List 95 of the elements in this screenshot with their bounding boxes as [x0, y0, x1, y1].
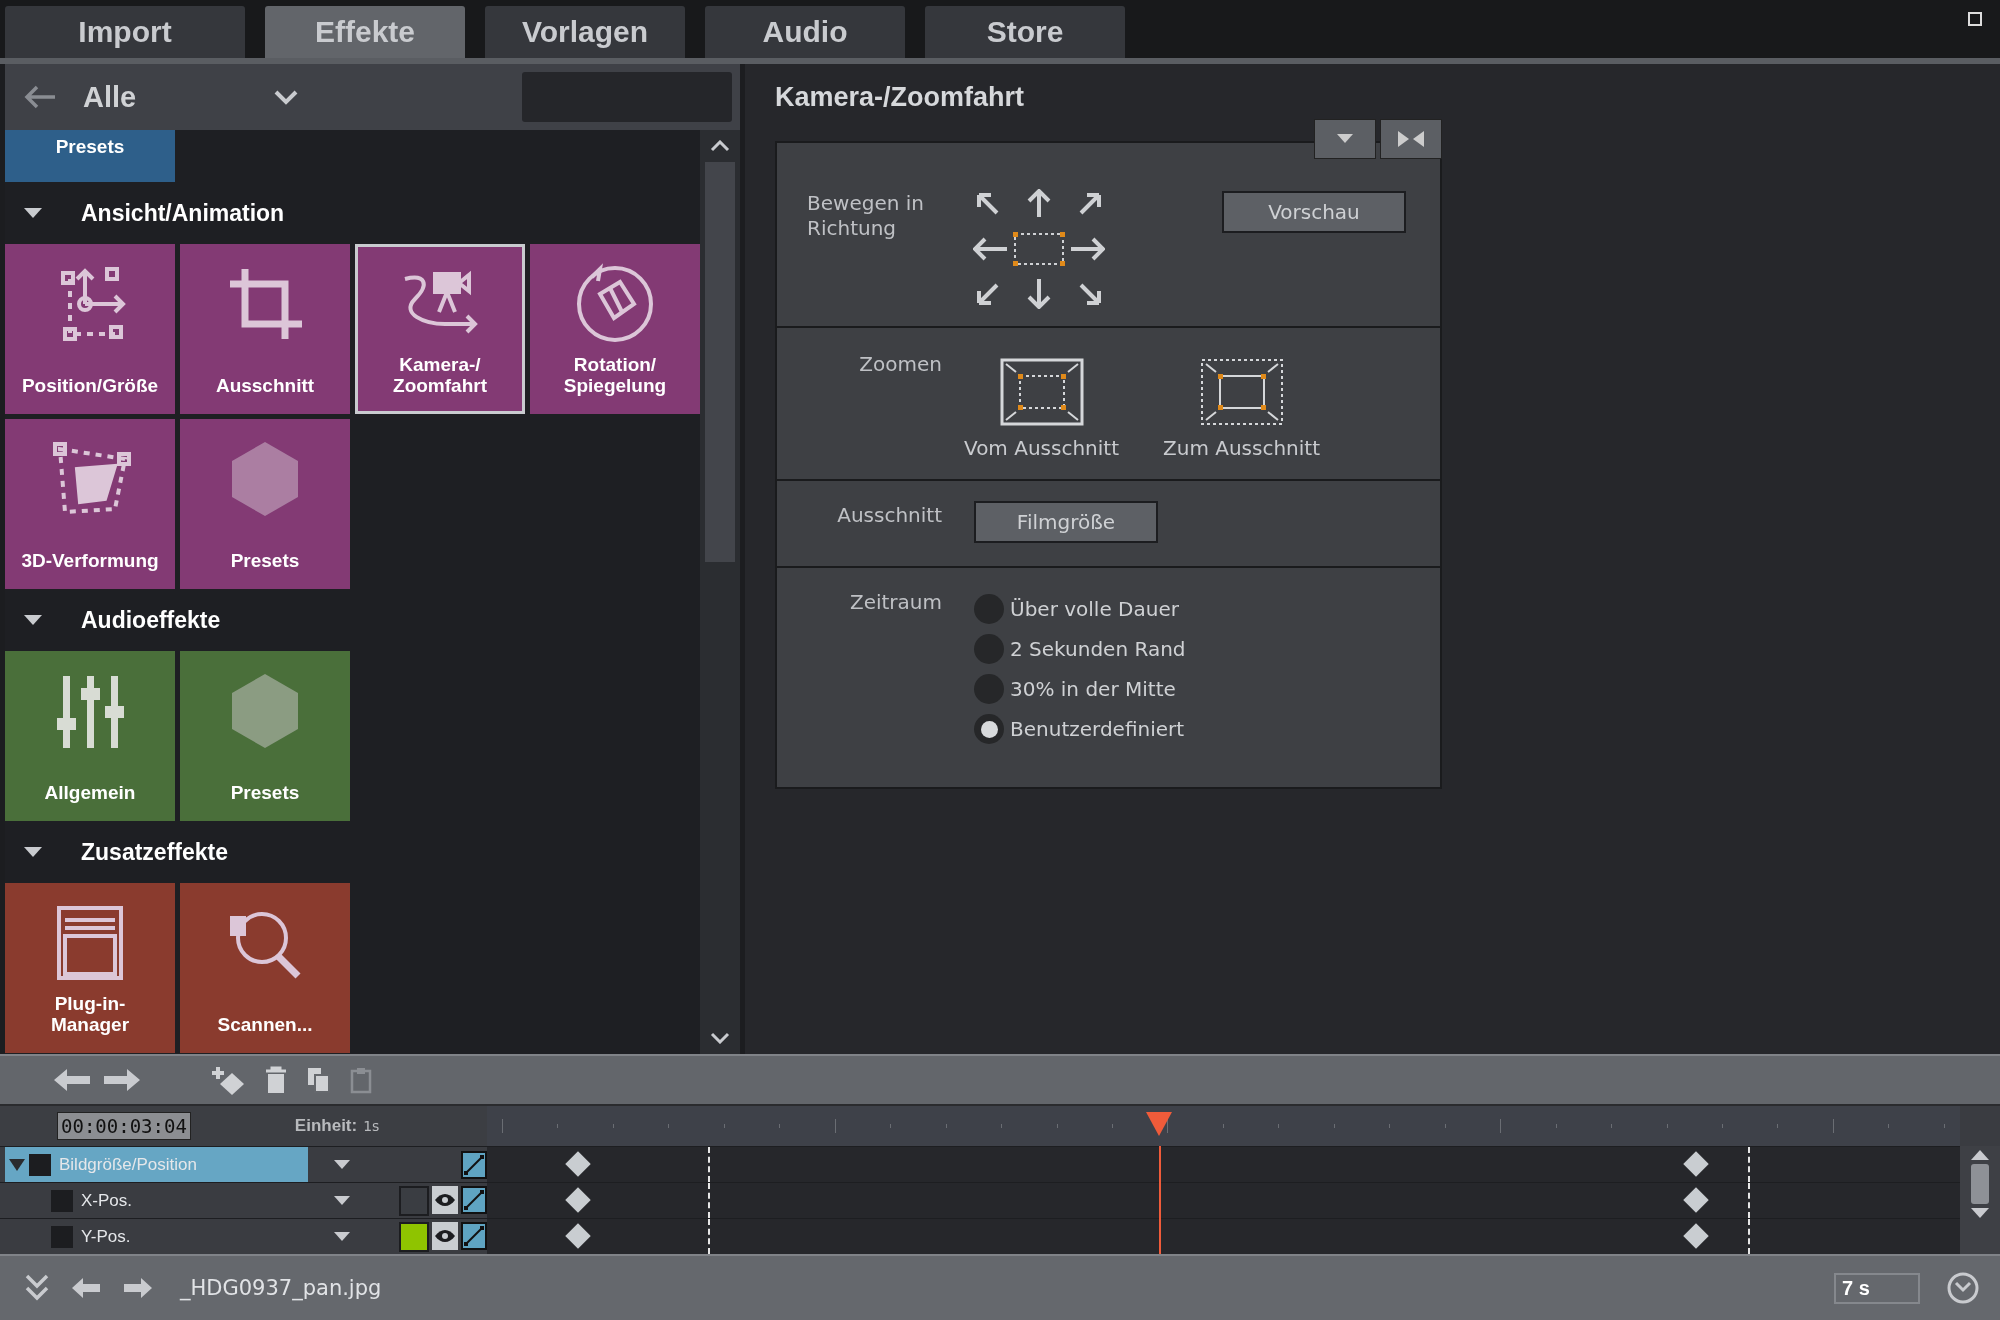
arrow-icon[interactable] [1079, 283, 1101, 305]
arrow-left-icon[interactable] [70, 1276, 102, 1300]
effect-tile[interactable]: Scannen... [180, 883, 350, 1053]
effect-tile[interactable]: Position/Größe [5, 244, 175, 414]
trash-icon[interactable] [264, 1066, 288, 1094]
frame-icon [1013, 232, 1065, 266]
scroll-down-icon[interactable] [1971, 1208, 1989, 1218]
effect-tile[interactable]: Presets [180, 651, 350, 821]
effect-title: Kamera-/Zoomfahrt [775, 82, 1026, 114]
unit-value: 1s [363, 1118, 380, 1134]
collapse-triangle-icon[interactable] [23, 846, 43, 858]
zoom-option-label[interactable]: Vom Ausschnitt [964, 436, 1119, 460]
playhead-marker-icon[interactable] [1145, 1112, 1172, 1138]
scroll-up-icon[interactable] [710, 140, 730, 152]
radio-button[interactable] [974, 714, 1004, 744]
radio-label[interactable]: 2 Sekunden Rand [1010, 637, 1186, 661]
radio-button[interactable] [974, 594, 1004, 624]
collapse-triangle-icon[interactable] [23, 207, 43, 219]
color-swatch[interactable] [399, 1221, 429, 1252]
zoom-option-label[interactable]: Zum Ausschnitt [1163, 436, 1320, 460]
curve-icon[interactable] [461, 1185, 487, 1214]
section-title: Audioeffekte [81, 606, 221, 634]
field-label: Zoomen [858, 352, 942, 378]
eye-icon[interactable] [432, 1185, 458, 1214]
film-size-button[interactable]: Filmgröße [974, 501, 1158, 543]
effect-tile[interactable]: 3D-Verformung [5, 419, 175, 589]
tab[interactable]: Vorlagen [485, 6, 685, 58]
radio-button[interactable] [974, 674, 1004, 704]
triangle-down-icon [1337, 134, 1353, 144]
search-field[interactable] [522, 72, 732, 122]
arrow-icon[interactable] [973, 237, 1009, 261]
curve-icon[interactable] [461, 1150, 487, 1179]
clipboard-icon[interactable] [350, 1066, 372, 1094]
add-keyframe-icon[interactable] [210, 1065, 246, 1095]
file-name: _HDG0937_pan.jpg [180, 1276, 382, 1300]
effect-tile[interactable]: Kamera-/ Zoomfahrt [355, 244, 525, 414]
arrow-icon[interactable] [1069, 237, 1105, 261]
radio-label[interactable]: Benutzerdefiniert [1010, 717, 1185, 741]
tab[interactable]: Effekte [265, 6, 465, 58]
effect-tile[interactable]: Rotation/ Spiegelung [530, 244, 700, 414]
preview-button[interactable]: Vorschau [1222, 191, 1406, 233]
scroll-thumb[interactable] [705, 162, 735, 562]
field-label: Bewegen in Richtung [806, 191, 925, 241]
zoom-out-frame-icon[interactable] [999, 358, 1084, 426]
arrow-icon[interactable] [1079, 193, 1101, 215]
arrow-icon[interactable] [977, 193, 999, 215]
scrollbar[interactable] [1960, 1146, 2000, 1254]
field-label: Ausschnitt [836, 503, 942, 529]
color-swatch[interactable] [399, 1185, 429, 1216]
curve-icon[interactable] [461, 1221, 487, 1250]
scroll-thumb[interactable] [1971, 1164, 1989, 1204]
scroll-up-icon[interactable] [1971, 1150, 1989, 1160]
tab[interactable]: Store [925, 6, 1125, 58]
unit-label: Einheit: [294, 1116, 358, 1136]
arrow-left-icon[interactable] [52, 1067, 92, 1093]
eye-icon[interactable] [432, 1221, 458, 1250]
scroll-down-icon[interactable] [710, 1032, 730, 1044]
track-name[interactable]: Y-Pos. [5, 1219, 308, 1254]
section-title: Zusatzeffekte [81, 838, 228, 866]
collapse-triangle-icon[interactable] [23, 614, 43, 626]
effect-tile[interactable]: Ausschnitt [180, 244, 350, 414]
radio-label[interactable]: Über volle Dauer [1010, 597, 1179, 621]
dropdown-button[interactable] [1314, 119, 1376, 159]
double-chevron-down-icon[interactable] [24, 1273, 50, 1303]
collapse-button[interactable] [1380, 119, 1442, 159]
time-field[interactable]: 00:00:03:04 [57, 1112, 191, 1140]
maximize-icon[interactable] [1968, 12, 1982, 26]
arrow-icon[interactable] [1027, 277, 1051, 309]
arrow-icon[interactable] [1027, 189, 1051, 219]
effect-tile[interactable]: Plug-in- Manager [5, 883, 175, 1053]
duration-field[interactable]: 7 s [1834, 1272, 1920, 1304]
dropdown-triangle-icon[interactable] [334, 1159, 350, 1170]
section-title: Ansicht/Animation [81, 199, 285, 227]
collapse-triangle-icon[interactable] [9, 1158, 25, 1171]
arrow-icon[interactable] [977, 283, 999, 305]
zoom-in-frame-icon[interactable] [1199, 358, 1284, 426]
chevron-down-icon[interactable] [273, 89, 299, 105]
arrow-right-icon[interactable] [122, 1276, 154, 1300]
dropdown-triangle-icon[interactable] [334, 1195, 350, 1206]
radio-button[interactable] [974, 634, 1004, 664]
inward-triangles-icon [1398, 131, 1424, 147]
effect-tile[interactable]: Presets [5, 130, 175, 182]
effect-tile[interactable]: Allgemein [5, 651, 175, 821]
field-label: Zeitraum [848, 590, 942, 616]
dropdown-triangle-icon[interactable] [334, 1231, 350, 1242]
tab[interactable]: Audio [705, 6, 905, 58]
back-arrow-icon[interactable] [23, 84, 57, 110]
radio-label[interactable]: 30% in der Mitte [1010, 677, 1176, 701]
tab[interactable]: Import [5, 6, 245, 58]
category-label: Alle [83, 80, 138, 114]
effect-tile[interactable]: Presets [180, 419, 350, 589]
scrollbar[interactable] [700, 130, 740, 1054]
track-name[interactable]: X-Pos. [5, 1183, 308, 1218]
clock-icon[interactable] [1946, 1271, 1980, 1305]
arrow-right-icon[interactable] [102, 1067, 142, 1093]
